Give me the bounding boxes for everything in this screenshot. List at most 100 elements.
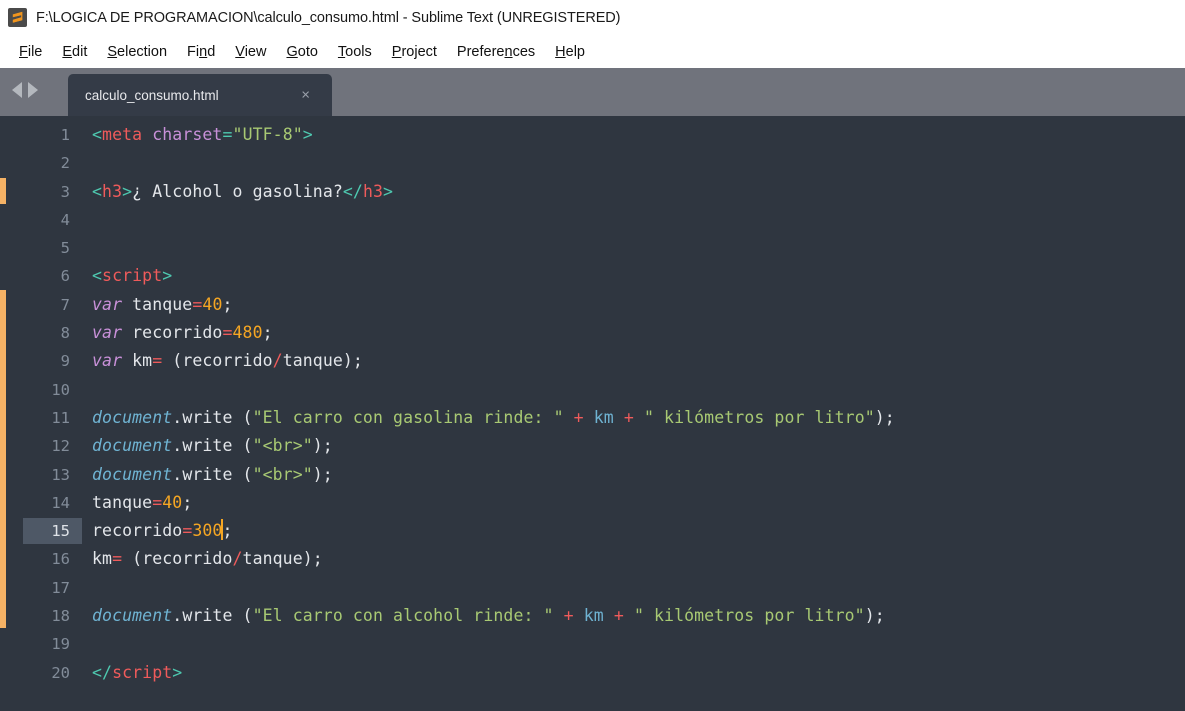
code-token: 40	[202, 294, 223, 314]
code-token: km	[122, 351, 153, 371]
code-token: var	[92, 323, 123, 343]
menu-item-tools[interactable]: Tools	[328, 42, 382, 62]
window-title: F:\LOGICA DE PROGRAMACION\calculo_consum…	[36, 9, 621, 26]
code-line[interactable]: 17	[0, 574, 1185, 602]
menu-item-edit[interactable]: Edit	[52, 42, 97, 62]
code-token: charset	[152, 125, 223, 144]
code-line[interactable]: 15 recorrido=300;	[0, 517, 1185, 545]
code-line[interactable]: 8 var recorrido=480;	[0, 319, 1185, 347]
line-text[interactable]: recorrido=300;	[92, 517, 233, 545]
code-editor[interactable]: 1 <meta charset="UTF-8"> 2 3 <h3>¿ Alcohol o…	[0, 116, 1185, 711]
code-token: =	[112, 549, 123, 569]
code-token: (recorrido	[162, 351, 273, 371]
code-token: ;	[222, 521, 233, 541]
line-number: 18	[51, 607, 70, 626]
code-token: 480	[232, 323, 263, 343]
tab-navigation[interactable]	[12, 82, 38, 98]
code-token: document	[92, 436, 173, 456]
code-token: km	[593, 407, 614, 427]
code-line[interactable]: 10	[0, 376, 1185, 404]
code-token: var	[92, 294, 123, 314]
arrow-right-icon[interactable]	[28, 82, 38, 98]
code-line[interactable]: 4	[0, 206, 1185, 234]
sublime-text-window: F:\LOGICA DE PROGRAMACION\calculo_consum…	[0, 0, 1185, 711]
code-token: 40	[162, 492, 183, 512]
code-token: document	[92, 407, 173, 427]
line-text[interactable]: <meta charset="UTF-8">	[92, 121, 313, 149]
line-text[interactable]: tanque=40;	[92, 489, 192, 517]
code-token: >	[383, 181, 394, 201]
sublime-logo-icon	[8, 8, 27, 27]
code-line[interactable]: 13 document.write ("<br>");	[0, 461, 1185, 489]
code-token: /	[232, 549, 243, 569]
code-line[interactable]: 7 var tanque=40;	[0, 291, 1185, 319]
editor-tab[interactable]: calculo_consumo.html ×	[68, 74, 332, 116]
menu-item-selection[interactable]: Selection	[97, 42, 177, 62]
line-text[interactable]: <script>	[92, 262, 172, 290]
tab-bar: calculo_consumo.html ×	[0, 68, 1185, 116]
menu-item-file[interactable]: File	[9, 42, 52, 62]
code-token: "El carro con gasolina rinde: "	[252, 407, 564, 427]
code-token: h3	[362, 181, 384, 201]
line-text[interactable]: document.write ("<br>");	[92, 461, 333, 489]
code-token: =	[182, 521, 193, 541]
code-line[interactable]: 2	[0, 149, 1185, 177]
code-line[interactable]: 18 document.write ("El carro con alcohol …	[0, 602, 1185, 630]
code-token: meta	[102, 125, 143, 144]
code-token: ¿ Alcohol o gasolina?	[132, 181, 343, 201]
line-text[interactable]: </script>	[92, 659, 182, 687]
line-text[interactable]: document.write ("El carro con alcohol ri…	[92, 602, 885, 630]
menu-item-find[interactable]: Find	[177, 42, 225, 62]
code-token: +	[563, 606, 574, 626]
code-token: "El carro con alcohol rinde: "	[252, 606, 554, 626]
line-number: 1	[60, 126, 70, 144]
code-token: h3	[102, 181, 123, 201]
code-token: (recorrido	[122, 549, 233, 569]
close-icon[interactable]: ×	[301, 88, 310, 103]
code-token: document	[92, 606, 173, 626]
line-number: 3	[60, 182, 70, 201]
code-token: script	[102, 266, 163, 286]
menu-item-view[interactable]: View	[225, 42, 276, 62]
arrow-left-icon[interactable]	[12, 82, 22, 98]
line-number: 19	[51, 635, 70, 654]
code-line[interactable]: 19	[0, 630, 1185, 658]
menu-item-project[interactable]: Project	[382, 42, 447, 62]
code-line[interactable]: 6 <script>	[0, 262, 1185, 290]
code-line[interactable]: 12 document.write ("<br>");	[0, 432, 1185, 460]
code-line[interactable]: 20 </script>	[0, 659, 1185, 687]
code-line[interactable]: 11 document.write ("El carro con gasolina…	[0, 404, 1185, 432]
code-token: document	[92, 464, 173, 484]
menu-item-help[interactable]: Help	[545, 42, 595, 62]
code-line[interactable]: 3 <h3>¿ Alcohol o gasolina?</h3>	[0, 178, 1185, 206]
menu-item-goto[interactable]: Goto	[276, 42, 327, 62]
code-line[interactable]: 14 tanque=40;	[0, 489, 1185, 517]
code-token: "<br>"	[252, 436, 313, 456]
code-line[interactable]: 9 var km= (recorrido/tanque);	[0, 347, 1185, 375]
code-token: );	[864, 606, 885, 626]
code-line[interactable]: 16 km= (recorrido/tanque);	[0, 545, 1185, 573]
code-line[interactable]: 1 <meta charset="UTF-8">	[0, 121, 1185, 149]
line-text[interactable]: km= (recorrido/tanque);	[92, 545, 323, 573]
menu-item-preferences[interactable]: Preferences	[447, 42, 545, 62]
code-token: .write	[172, 464, 233, 484]
line-text[interactable]: var tanque=40;	[92, 291, 233, 319]
line-text[interactable]: var recorrido=480;	[92, 319, 273, 347]
code-token: (	[232, 464, 253, 484]
code-content[interactable]: 1 <meta charset="UTF-8"> 2 3 <h3>¿ Alcohol o…	[0, 121, 1185, 687]
code-token: " kilómetros por litro"	[633, 606, 865, 626]
code-token: km	[92, 549, 113, 569]
line-number: 4	[60, 210, 70, 229]
line-text[interactable]: document.write ("El carro con gasolina r…	[92, 404, 895, 432]
line-text[interactable]: <h3>¿ Alcohol o gasolina?</h3>	[92, 178, 393, 206]
line-number: 13	[51, 465, 70, 484]
line-text[interactable]: var km= (recorrido/tanque);	[92, 347, 363, 375]
line-text[interactable]: document.write ("<br>");	[92, 432, 333, 460]
code-token: (	[232, 436, 253, 456]
code-token: >	[302, 125, 313, 144]
code-line[interactable]: 5	[0, 234, 1185, 262]
code-token: .write	[172, 436, 233, 456]
code-token: var	[92, 351, 123, 371]
